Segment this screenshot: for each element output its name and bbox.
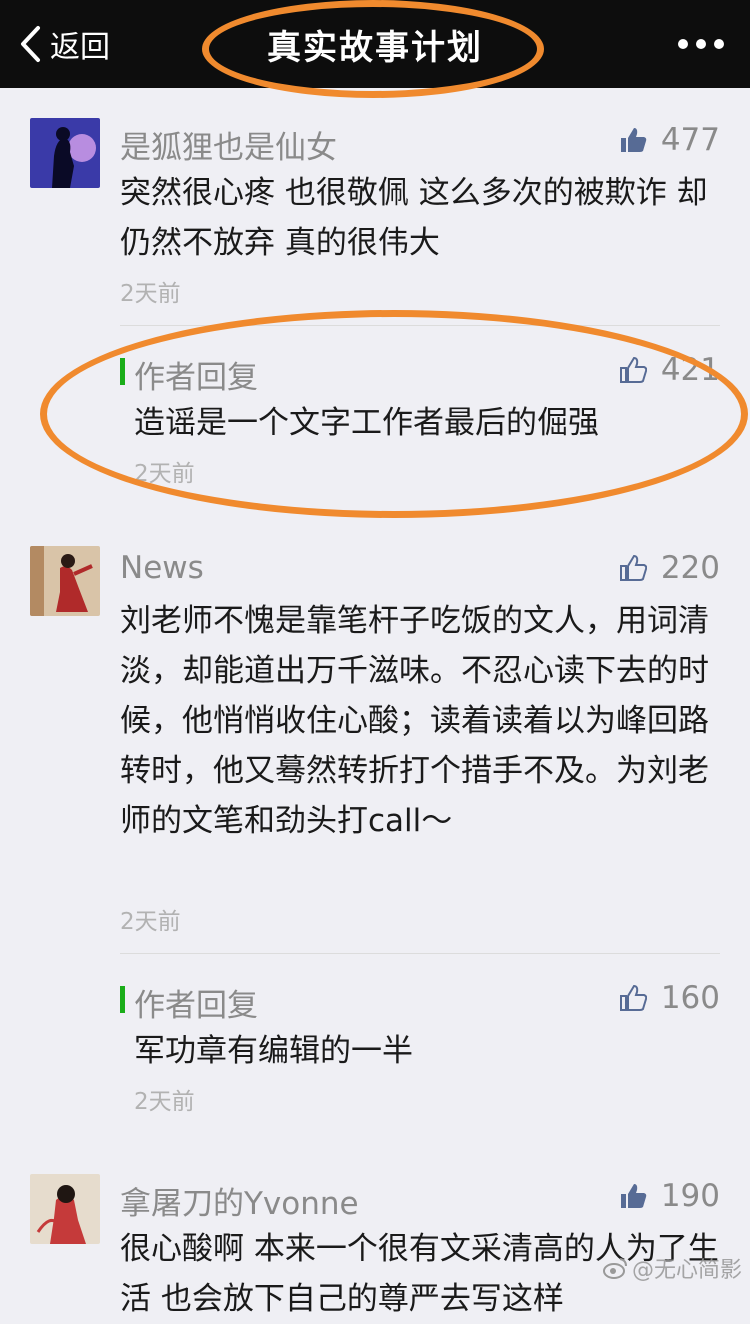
comment-nickname[interactable]: 是狐狸也是仙女 bbox=[120, 122, 337, 167]
reply-like-count: 421 bbox=[660, 352, 720, 388]
like-count: 190 bbox=[660, 1178, 720, 1214]
reply-indicator bbox=[120, 358, 125, 385]
more-dots-icon[interactable] bbox=[678, 34, 724, 54]
thumbs-up-outline-icon bbox=[619, 554, 647, 581]
weibo-logo-icon bbox=[602, 1258, 627, 1279]
reply-time: 2天前 bbox=[134, 461, 195, 487]
reply-like-count: 160 bbox=[660, 980, 720, 1016]
like-count: 477 bbox=[660, 122, 720, 158]
author-reply-text: 军功章有编辑的一半 bbox=[134, 1033, 413, 1069]
comment-nickname[interactable]: 拿屠刀的Yvonne bbox=[120, 1178, 359, 1223]
comment-nickname[interactable]: News bbox=[120, 550, 204, 586]
page-title: 真实故事计划 bbox=[267, 28, 483, 68]
reply-indicator bbox=[120, 986, 125, 1013]
comment-time: 2天前 bbox=[120, 281, 181, 307]
comment-text: 突然很心疼 也很敬佩 这么多次的被欺诈 却仍然不放弃 真的很伟大 bbox=[120, 175, 708, 261]
like-button[interactable]: 220 bbox=[619, 550, 720, 586]
thumbs-up-icon bbox=[620, 1184, 647, 1208]
like-button[interactable]: 190 bbox=[619, 1178, 720, 1214]
divider bbox=[120, 325, 720, 326]
watermark-text: @无心简影 bbox=[631, 1258, 742, 1283]
thumbs-up-icon bbox=[620, 128, 647, 152]
author-reply-text: 造谣是一个文字工作者最后的倔强 bbox=[134, 405, 599, 441]
author-reply-label: 作者回复 bbox=[134, 360, 258, 396]
comment-list: 是狐狸也是仙女 477 突然很心疼 也很敬佩 这么多次的被欺诈 却仍然不放弃 真… bbox=[0, 0, 750, 1317]
reply-like-button[interactable]: 160 bbox=[619, 980, 720, 1016]
thumbs-up-outline-icon bbox=[619, 356, 647, 383]
author-reply-label: 作者回复 bbox=[134, 988, 258, 1024]
reply-like-button[interactable]: 421 bbox=[619, 352, 720, 388]
comment-text: 刘老师不愧是靠笔杆子吃饭的文人，用词清淡，却能道出万千滋味。不忍心读下去的时候，… bbox=[120, 603, 709, 839]
navigation-bar: 返回 真实故事计划 bbox=[0, 0, 750, 88]
reply-time: 2天前 bbox=[134, 1089, 195, 1115]
avatar[interactable] bbox=[30, 1174, 100, 1244]
avatar[interactable] bbox=[30, 118, 100, 188]
comment-time: 2天前 bbox=[120, 909, 181, 935]
thumbs-up-outline-icon bbox=[619, 984, 647, 1011]
avatar[interactable] bbox=[30, 546, 100, 616]
watermark: @无心简影 bbox=[602, 1252, 742, 1284]
like-button[interactable]: 477 bbox=[619, 122, 720, 158]
like-count: 220 bbox=[660, 550, 720, 586]
divider bbox=[120, 953, 720, 954]
